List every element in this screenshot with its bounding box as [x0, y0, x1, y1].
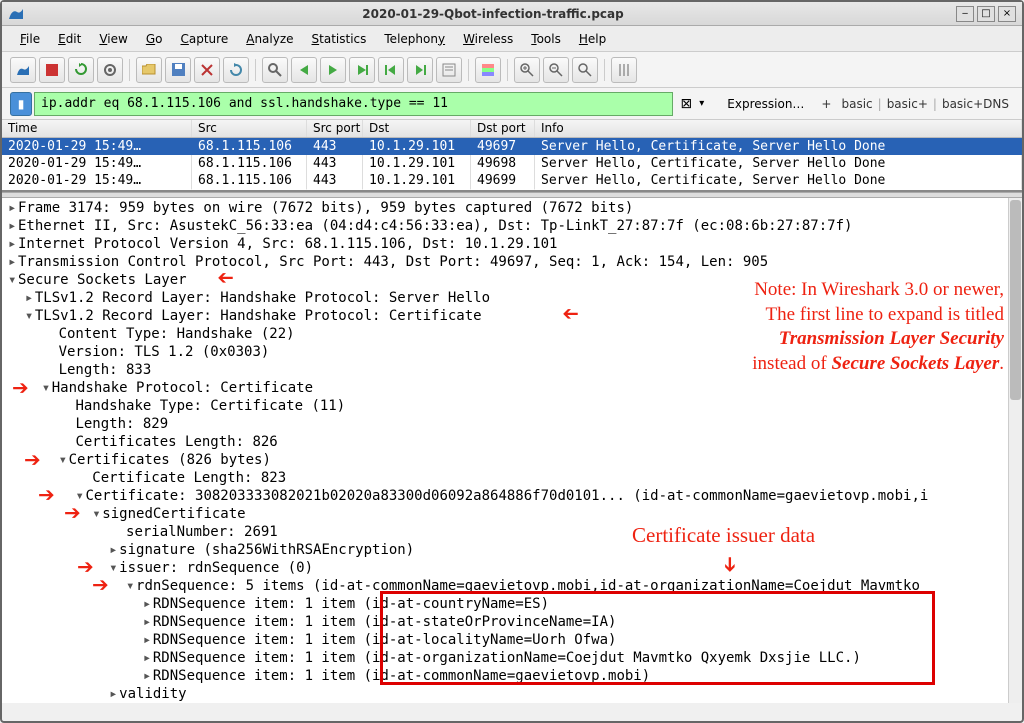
toolbar-open[interactable] [136, 57, 162, 83]
close-button[interactable]: × [998, 6, 1016, 22]
window-title: 2020-01-29-Qbot-infection-traffic.pcap [30, 7, 956, 21]
titlebar: 2020-01-29-Qbot-infection-traffic.pcap ‒… [2, 2, 1022, 26]
filter-expression-button[interactable]: Expression… [721, 95, 810, 113]
tree-item[interactable]: ▸RDNSequence item: 1 item (id-at-commonN… [8, 667, 1022, 685]
menu-telephony[interactable]: Telephony [376, 29, 453, 49]
toolbar-close-file[interactable] [194, 57, 220, 83]
tree-item[interactable]: ▸Ethernet II, Src: AsustekC_56:33:ea (04… [8, 217, 1022, 235]
toolbar-stop-capture[interactable] [39, 57, 65, 83]
toolbar-colorize[interactable] [475, 57, 501, 83]
toolbar-first[interactable] [378, 57, 404, 83]
menu-view[interactable]: View [91, 29, 135, 49]
toolbar-zoom-out[interactable] [543, 57, 569, 83]
toolbar-last[interactable] [407, 57, 433, 83]
tree-item[interactable]: ▾Certificate: 308203333082021b02020a8330… [8, 487, 1022, 505]
column-dstport[interactable]: Dst port [471, 120, 535, 137]
column-src[interactable]: Src [192, 120, 307, 137]
tree-item[interactable]: ▾signedCertificate [8, 505, 1022, 523]
toolbar-resize-columns[interactable] [611, 57, 637, 83]
tree-item[interactable]: ▾Secure Sockets Layer [8, 271, 1022, 289]
tree-item[interactable]: Handshake Type: Certificate (11) [8, 397, 1022, 415]
column-dst[interactable]: Dst [363, 120, 471, 137]
menu-go[interactable]: Go [138, 29, 171, 49]
tree-item[interactable]: ▸RDNSequence item: 1 item (id-at-country… [8, 595, 1022, 613]
toolbar-options[interactable] [97, 57, 123, 83]
tree-item[interactable]: ▾Handshake Protocol: Certificate [8, 379, 1022, 397]
toolbar-find[interactable] [262, 57, 288, 83]
tree-item[interactable]: Length: 829 [8, 415, 1022, 433]
tree-item[interactable]: ▸Internet Protocol Version 4, Src: 68.1.… [8, 235, 1022, 253]
packet-row[interactable]: 2020-01-29 15:49… 68.1.115.106 443 10.1.… [2, 155, 1022, 172]
tree-item[interactable]: ▸signature (sha256WithRSAEncryption) [8, 541, 1022, 559]
tree-item[interactable]: ▸RDNSequence item: 1 item (id-at-localit… [8, 631, 1022, 649]
minimize-button[interactable]: ‒ [956, 6, 974, 22]
filter-dropdown-icon[interactable]: ▾ [699, 98, 715, 109]
menu-help[interactable]: Help [571, 29, 614, 49]
tree-item[interactable]: Version: TLS 1.2 (0x0303) [8, 343, 1022, 361]
details-scrollbar[interactable] [1008, 198, 1022, 703]
packet-details-pane: ▸Frame 3174: 959 bytes on wire (7672 bit… [2, 198, 1022, 703]
toolbar-jump[interactable] [349, 57, 375, 83]
toolbar-next[interactable] [320, 57, 346, 83]
column-info[interactable]: Info [535, 120, 1022, 137]
maximize-button[interactable]: □ [977, 6, 995, 22]
menu-file[interactable]: File [12, 29, 48, 49]
tree-item[interactable]: Certificates Length: 826 [8, 433, 1022, 451]
tree-item[interactable]: ▸TLSv1.2 Record Layer: Handshake Protoco… [8, 289, 1022, 307]
toolbar-zoom-reset[interactable] [572, 57, 598, 83]
toolbar-zoom-in[interactable] [514, 57, 540, 83]
menubar: File Edit View Go Capture Analyze Statis… [2, 26, 1022, 52]
tree-item[interactable]: Content Type: Handshake (22) [8, 325, 1022, 343]
menu-statistics[interactable]: Statistics [304, 29, 375, 49]
toolbar [2, 52, 1022, 88]
toolbar-reload[interactable] [223, 57, 249, 83]
tree-item[interactable]: ▾rdnSequence: 5 items (id-at-commonName=… [8, 577, 1022, 595]
filter-preset-basicdns[interactable]: basic+DNS [937, 95, 1014, 113]
filter-preset-basic[interactable]: basic [836, 95, 877, 113]
filter-plus-button[interactable]: + [816, 95, 836, 113]
menu-wireless[interactable]: Wireless [455, 29, 521, 49]
tree-item[interactable]: ▾Certificates (826 bytes) [8, 451, 1022, 469]
wireshark-icon [8, 6, 24, 22]
tree-item[interactable]: serialNumber: 2691 [8, 523, 1022, 541]
filter-bar: ▮ ⊠ ▾ Expression… + basic | basic+ | bas… [2, 88, 1022, 120]
toolbar-restart-capture[interactable] [68, 57, 94, 83]
menu-analyze[interactable]: Analyze [238, 29, 301, 49]
tree-item[interactable]: ▸RDNSequence item: 1 item (id-at-stateOr… [8, 613, 1022, 631]
packet-row[interactable]: 2020-01-29 15:49… 68.1.115.106 443 10.1.… [2, 172, 1022, 189]
column-time[interactable]: Time [2, 120, 192, 137]
tree-item[interactable]: ▾issuer: rdnSequence (0) [8, 559, 1022, 577]
tree-item[interactable]: ▸Transmission Control Protocol, Src Port… [8, 253, 1022, 271]
packet-list-body: 2020-01-29 15:49… 68.1.115.106 443 10.1.… [2, 138, 1022, 192]
menu-tools[interactable]: Tools [523, 29, 569, 49]
filter-preset-basicplus[interactable]: basic+ [882, 95, 933, 113]
menu-capture[interactable]: Capture [172, 29, 236, 49]
toolbar-save[interactable] [165, 57, 191, 83]
packet-list-pane: Time Src Src port Dst Dst port Info 2020… [2, 120, 1022, 192]
display-filter-input[interactable] [34, 92, 673, 116]
tree-item[interactable]: ▸Frame 3174: 959 bytes on wire (7672 bit… [8, 199, 1022, 217]
toolbar-prev[interactable] [291, 57, 317, 83]
toolbar-start-capture[interactable] [10, 57, 36, 83]
packet-list-header: Time Src Src port Dst Dst port Info [2, 120, 1022, 138]
tree-item[interactable]: Certificate Length: 823 [8, 469, 1022, 487]
tree-item[interactable]: Length: 833 [8, 361, 1022, 379]
tree-item[interactable]: ▸RDNSequence item: 1 item (id-at-organiz… [8, 649, 1022, 667]
tree-item[interactable]: ▾TLSv1.2 Record Layer: Handshake Protoco… [8, 307, 1022, 325]
filter-bookmark-icon[interactable]: ▮ [10, 92, 32, 116]
filter-clear-icon[interactable]: ⊠ [677, 95, 695, 113]
tree-item[interactable]: ▸validity [8, 685, 1022, 703]
packet-row[interactable]: 2020-01-29 15:49… 68.1.115.106 443 10.1.… [2, 138, 1022, 155]
toolbar-auto-scroll[interactable] [436, 57, 462, 83]
window-controls: ‒ □ × [956, 6, 1016, 22]
menu-edit[interactable]: Edit [50, 29, 89, 49]
column-srcport[interactable]: Src port [307, 120, 363, 137]
